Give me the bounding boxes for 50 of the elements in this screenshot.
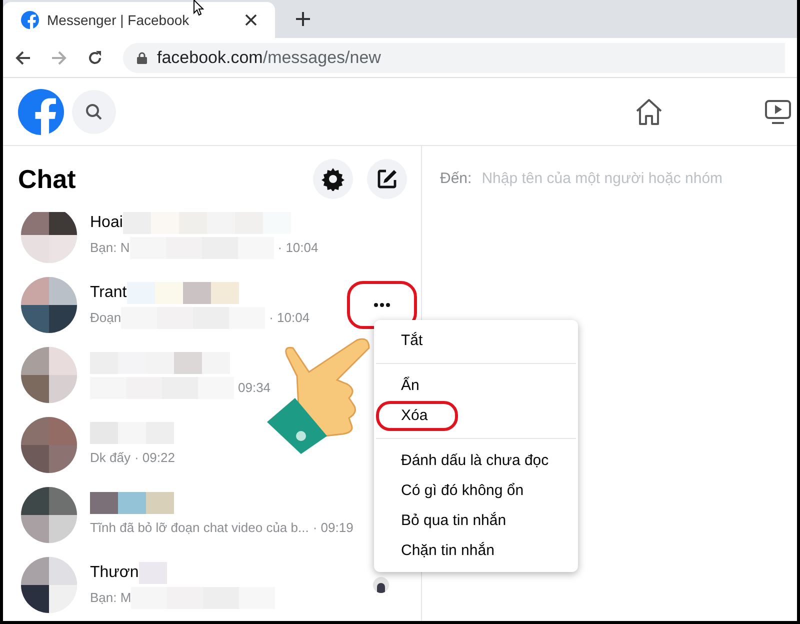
tab-title: Messenger | Facebook (47, 10, 190, 30)
message-time: · 10:04 (278, 239, 318, 258)
video-icon[interactable] (764, 98, 792, 126)
address-bar[interactable]: facebook.com/messages/new (123, 42, 785, 72)
recipient-field[interactable]: Nhập tên của một người hoặc nhóm (482, 168, 779, 190)
menu-item[interactable]: Xóa (376, 401, 458, 431)
settings-button[interactable] (313, 159, 353, 199)
facebook-logo[interactable] (18, 88, 64, 134)
avatar (21, 212, 77, 263)
reload-icon[interactable] (87, 50, 103, 66)
message-time: · 09:22 (134, 449, 175, 468)
menu-item[interactable]: Đánh dấu là chưa đọc (374, 446, 578, 476)
browser-tab[interactable]: Messenger | Facebook (3, 2, 275, 38)
search-icon (85, 102, 103, 120)
contact-name: Thươn (90, 563, 139, 583)
settings-icon (321, 167, 345, 191)
menu-item[interactable]: Ẩn (374, 371, 578, 401)
menu-item[interactable]: Chặn tin nhắn (374, 536, 578, 566)
avatar (21, 417, 77, 473)
close-icon[interactable] (245, 14, 257, 26)
compose-button[interactable] (367, 159, 407, 199)
facebook-icon (21, 11, 39, 29)
menu-item[interactable]: Có gì đó không ổn (374, 476, 578, 506)
more-icon (374, 303, 390, 307)
url-text: facebook.com/messages/new (157, 46, 381, 69)
avatar (21, 277, 77, 333)
compose-icon (376, 168, 398, 190)
message-time: · 10:04 (269, 309, 310, 328)
search-button[interactable] (72, 90, 116, 134)
avatar (21, 487, 77, 543)
message-preview: Đoạn (90, 309, 122, 328)
new-tab-icon[interactable] (295, 11, 311, 27)
message-preview: Bạn: M (90, 589, 132, 608)
contact-name: Trant (90, 283, 127, 303)
cursor-icon (193, 0, 205, 16)
message-time: 09:34 (238, 379, 271, 398)
home-icon[interactable] (634, 98, 664, 126)
back-icon[interactable] (15, 50, 31, 66)
contact-name: Hoai (90, 213, 123, 233)
message-preview: Tĩnh đã bỏ lỡ đoạn chat video của b... (90, 519, 309, 538)
message-preview: Bạn: N (90, 239, 130, 258)
menu-item[interactable]: Tắt (374, 326, 578, 356)
message-time: · 09:19 (312, 519, 354, 538)
sidebar-title: Chat (18, 162, 77, 196)
menu-item[interactable]: Bỏ qua tin nhắn (374, 506, 578, 536)
lock-icon (137, 52, 147, 64)
message-preview: Dk đấy (90, 449, 130, 468)
avatar (21, 557, 77, 613)
recipient-label: Đến: (440, 168, 472, 189)
avatar (21, 347, 77, 403)
